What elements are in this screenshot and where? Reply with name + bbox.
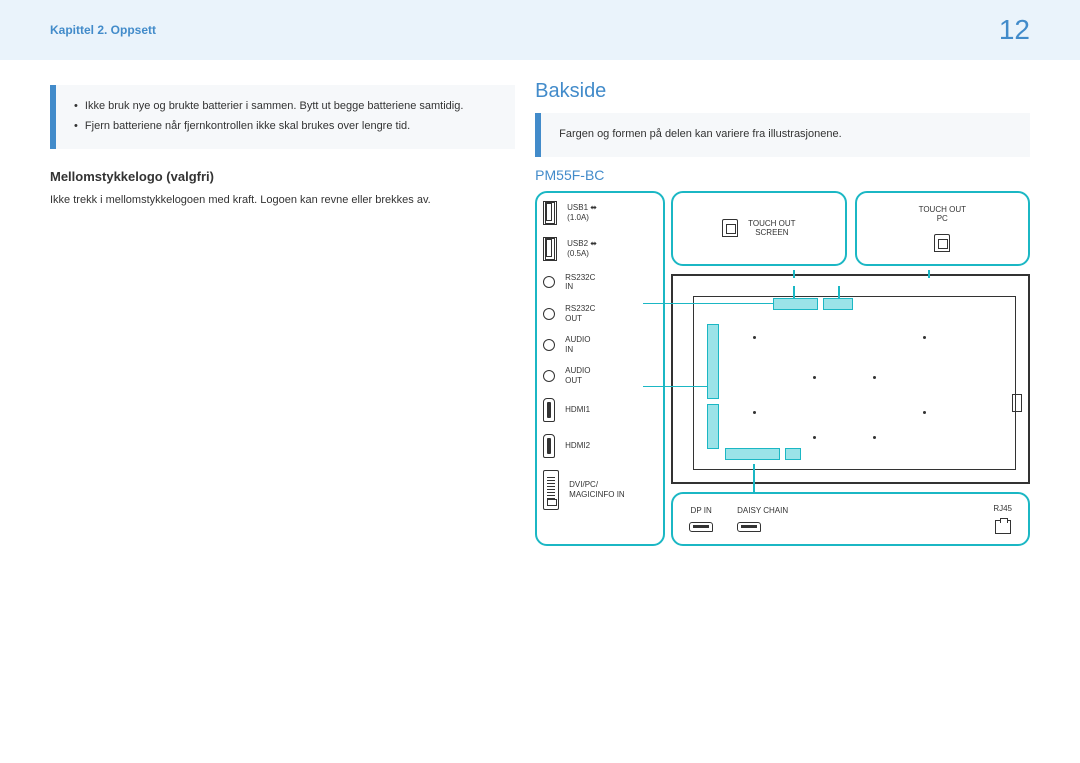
audio-in-port: AUDIO IN	[543, 335, 657, 354]
right-diagrams: TOUCH OUT SCREEN TOUCH OUT PC	[671, 191, 1030, 546]
dp-icon	[689, 522, 713, 532]
hdmi-icon	[543, 398, 555, 422]
hdmi2-port: HDMI2	[543, 434, 657, 458]
usb-icon	[545, 238, 555, 260]
color-note-text: Fargen og formen på delen kan variere fr…	[559, 128, 842, 140]
port-label: TOUCH OUT PC	[919, 205, 966, 224]
rs232c-in-port: RS232C IN	[543, 273, 657, 292]
port-label: RS232C OUT	[565, 304, 595, 323]
port-label: DP IN	[689, 506, 713, 516]
color-note-box: Fargen og formen på delen kan variere fr…	[535, 113, 1030, 157]
hdmi1-port: HDMI1	[543, 398, 657, 422]
spacer-logo-text: Ikke trekk i mellomstykkelogoen med kraf…	[50, 192, 515, 210]
touchout-pc-box: TOUCH OUT PC	[855, 191, 1030, 266]
port-label: HDMI1	[565, 405, 590, 415]
port-label: USB1 ⬌ (1.0A)	[567, 203, 597, 222]
info-item: Ikke bruk nye og brukte batterier i samm…	[74, 97, 497, 117]
page-header: Kapittel 2. Oppsett 12	[0, 0, 1080, 60]
usb-icon	[545, 202, 555, 224]
port-label: DAISY CHAIN	[737, 506, 788, 516]
rj45-icon	[995, 520, 1011, 534]
usb2-port: USB2 ⬌ (0.5A)	[543, 237, 657, 261]
info-item: Fjern batteriene når fjernkontrollen ikk…	[74, 117, 497, 137]
port-label: AUDIO IN	[565, 335, 590, 354]
left-column: Ikke bruk nye og brukte batterier i samm…	[50, 60, 515, 546]
port-label: TOUCH OUT SCREEN	[748, 219, 795, 238]
right-column: Bakside Fargen og formen på delen kan va…	[535, 60, 1030, 546]
jack-icon	[543, 276, 555, 288]
spacer-logo-heading: Mellomstykkelogo (valgfri)	[50, 169, 515, 184]
port-panel: USB1 ⬌ (1.0A) USB2 ⬌ (0.5A) RS232C IN RS…	[535, 191, 665, 546]
port-label: DVI/PC/ MAGICINFO IN	[569, 480, 625, 499]
usb1-port: USB1 ⬌ (1.0A)	[543, 201, 657, 225]
port-label: HDMI2	[565, 441, 590, 451]
jack-icon	[543, 339, 555, 351]
rs232c-out-port: RS232C OUT	[543, 304, 657, 323]
port-label: AUDIO OUT	[565, 366, 590, 385]
battery-info-box: Ikke bruk nye og brukte batterier i samm…	[50, 85, 515, 149]
dvi-port: DVI/PC/ MAGICINFO IN	[543, 470, 657, 510]
jack-icon	[543, 370, 555, 382]
page-content: Ikke bruk nye og brukte batterier i samm…	[0, 60, 1080, 546]
port-label: RJ45	[993, 504, 1012, 514]
page-number: 12	[999, 14, 1030, 46]
jack-icon	[543, 308, 555, 320]
usb-b-icon	[934, 234, 950, 252]
bottom-ports-box: DP IN DAISY CHAIN RJ45	[671, 492, 1030, 546]
port-label: RS232C IN	[565, 273, 595, 292]
hdmi-icon	[543, 434, 555, 458]
usb-b-icon	[722, 219, 738, 237]
backside-heading: Bakside	[535, 80, 1030, 103]
device-back-illustration	[671, 274, 1030, 484]
chapter-title: Kapittel 2. Oppsett	[50, 23, 156, 37]
touchout-screen-box: TOUCH OUT SCREEN	[671, 191, 846, 266]
dp-icon	[737, 522, 761, 532]
audio-out-port: AUDIO OUT	[543, 366, 657, 385]
diagram-layout: USB1 ⬌ (1.0A) USB2 ⬌ (0.5A) RS232C IN RS…	[535, 191, 1030, 546]
port-label: USB2 ⬌ (0.5A)	[567, 239, 597, 258]
dvi-icon	[543, 470, 559, 510]
model-name: PM55F-BC	[535, 167, 1030, 183]
